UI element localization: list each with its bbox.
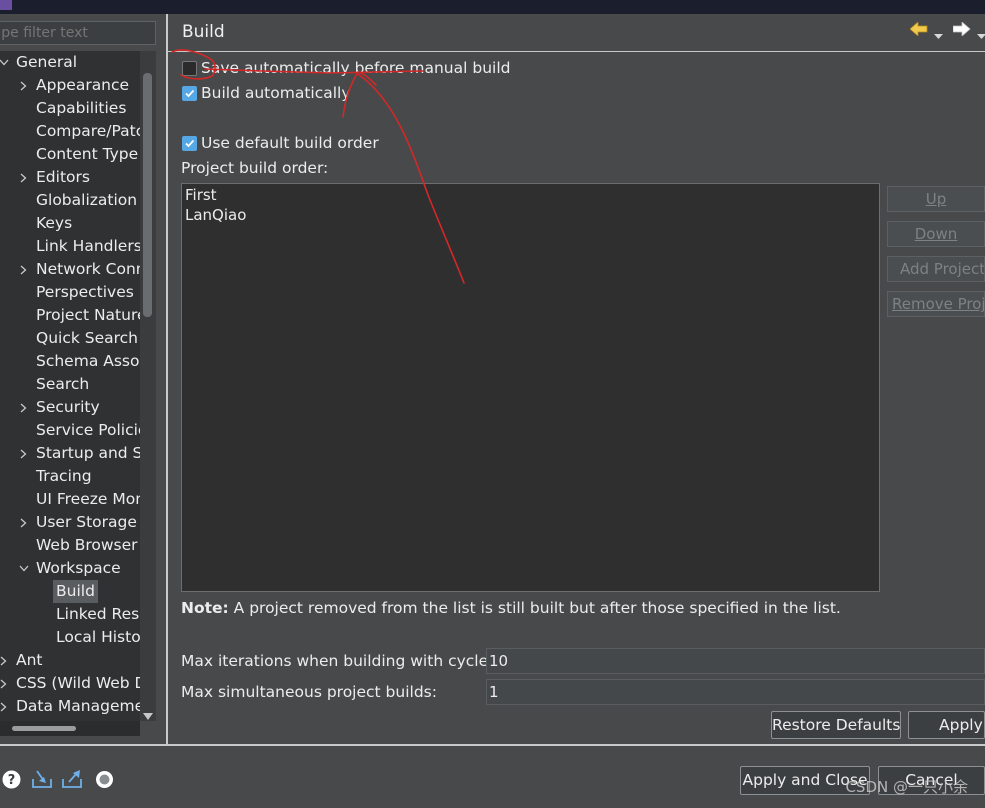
chevron-down-icon[interactable] [19, 564, 29, 573]
tree-vertical-scrollbar[interactable] [140, 51, 156, 721]
tree-item-label: User Storage [36, 513, 137, 531]
arrow-right-icon[interactable] [952, 21, 971, 40]
chevron-right-icon[interactable] [19, 449, 28, 459]
help-icon[interactable]: ? [2, 770, 21, 793]
chevron-right-icon[interactable] [0, 702, 8, 712]
apply-button[interactable]: Apply [908, 711, 985, 739]
chevron-right-icon[interactable] [19, 81, 28, 91]
project-build-order-label: Project build order: [181, 159, 329, 177]
build-automatically-label[interactable]: Build automatically [201, 84, 351, 102]
tree-item-label: UI Freeze Mon [36, 490, 140, 508]
app-logo-icon [0, 0, 12, 10]
tree-item-label: Service Policie [36, 421, 140, 439]
note-text: Note: A project removed from the list is… [181, 599, 841, 617]
tree-item-label: Appearance [36, 76, 130, 94]
title-separator [168, 51, 985, 52]
page-title: Build [182, 22, 225, 42]
chevron-down-icon[interactable] [977, 26, 985, 44]
restore-defaults-button[interactable]: Restore Defaults [771, 711, 901, 739]
list-item[interactable]: LanQiao [185, 206, 246, 224]
import-icon[interactable] [31, 769, 53, 793]
tree-item-label: Network Conn [36, 260, 140, 278]
build-automatically-checkbox[interactable] [182, 86, 197, 101]
use-default-build-order-checkbox[interactable] [182, 136, 197, 151]
preferences-tree: General Appearance Capabilities Compare/Pat… [0, 51, 140, 721]
tree-item-label: Globalization [36, 191, 138, 209]
preferences-navigation: General Appearance Capabilities Compare/Pat… [0, 14, 158, 744]
chevron-down-icon[interactable] [934, 26, 943, 44]
remove-project-button-label: Remove Project [892, 295, 984, 313]
tree-item-label: Tracing [36, 467, 92, 485]
tree-item-label: Perspectives [36, 283, 134, 301]
down-button-label: Down [914, 225, 958, 243]
tree-item-label: Keys [36, 214, 73, 232]
footer-bar: ? Apply and Close Cancel [0, 746, 985, 808]
note-body: A project removed from the list is still… [228, 599, 841, 617]
tree-hscrollbar-thumb[interactable] [12, 726, 76, 731]
note-prefix: Note: [181, 599, 229, 617]
tree-item-label: Security [36, 398, 100, 416]
csdn-watermark: CSDN @一只小余 [845, 778, 968, 796]
tree-item-label: Link Handlers [36, 237, 140, 255]
tree-item-label: Linked Reso [56, 605, 140, 623]
save-automatically-checkbox[interactable] [182, 61, 197, 76]
tree-item-label: Content Type [36, 145, 139, 163]
list-item[interactable]: First [185, 186, 217, 204]
chevron-down-icon[interactable] [0, 58, 9, 67]
filter-text-input[interactable] [0, 21, 156, 45]
tree-item-label: Editors [36, 168, 90, 186]
tree-item-label: Workspace [36, 559, 121, 577]
max-simultaneous-label: Max simultaneous project builds: [181, 683, 437, 701]
tree-item-label: General [16, 53, 78, 71]
tree-item-label: Web Browser [36, 536, 138, 554]
remove-project-button[interactable]: Remove Project [887, 291, 985, 317]
tree-item-label: Quick Search [36, 329, 139, 347]
chevron-right-icon[interactable] [19, 403, 28, 413]
add-project-button[interactable]: Add Project... [887, 256, 985, 282]
tree-item-label: Data Manageme [16, 697, 140, 715]
save-automatically-label[interactable]: Save automatically before manual build [201, 59, 510, 77]
tree-item-label: CSS (Wild Web D [16, 674, 140, 692]
chevron-right-icon[interactable] [0, 679, 8, 689]
up-button[interactable]: Up [887, 186, 985, 212]
svg-text:?: ? [8, 773, 16, 788]
tree-scrollbar-thumb[interactable] [143, 73, 152, 317]
max-iterations-input[interactable] [486, 648, 985, 674]
chevron-right-icon[interactable] [19, 518, 28, 528]
chevron-right-icon[interactable] [19, 265, 28, 275]
max-simultaneous-input[interactable] [486, 679, 985, 705]
max-iterations-label: Max iterations when building with cycles… [181, 652, 502, 670]
chevron-right-icon[interactable] [19, 173, 28, 183]
tree-item-label: Startup and Sh [36, 444, 140, 462]
arrow-left-icon[interactable] [909, 21, 928, 40]
add-project-button-label: Add Project... [900, 260, 985, 278]
tree-item-label: Compare/Patc [36, 122, 140, 140]
tree-item-label: Capabilities [36, 99, 127, 117]
tree-item-label: Project Nature [36, 306, 140, 324]
oomph-icon[interactable] [95, 770, 114, 793]
export-icon[interactable] [61, 769, 83, 793]
tree-item-label: Schema Assoc [36, 352, 140, 370]
down-button[interactable]: Down [887, 221, 985, 247]
up-button-label: Up [925, 190, 947, 208]
tree-horizontal-scrollbar[interactable] [0, 721, 140, 736]
tree-item-label: Ant [16, 651, 43, 669]
build-order-list[interactable]: First LanQiao [181, 183, 880, 592]
window-top-bar [0, 0, 985, 14]
scroll-down-arrow-icon[interactable] [143, 707, 153, 725]
tree-item-label: Search [36, 375, 90, 393]
use-default-build-order-label[interactable]: Use default build order [201, 134, 379, 152]
pane-divider[interactable] [166, 14, 168, 744]
tree-item-label: Build [53, 580, 98, 603]
tree-item-label: Local Histo [56, 628, 140, 646]
chevron-right-icon[interactable] [0, 656, 8, 666]
